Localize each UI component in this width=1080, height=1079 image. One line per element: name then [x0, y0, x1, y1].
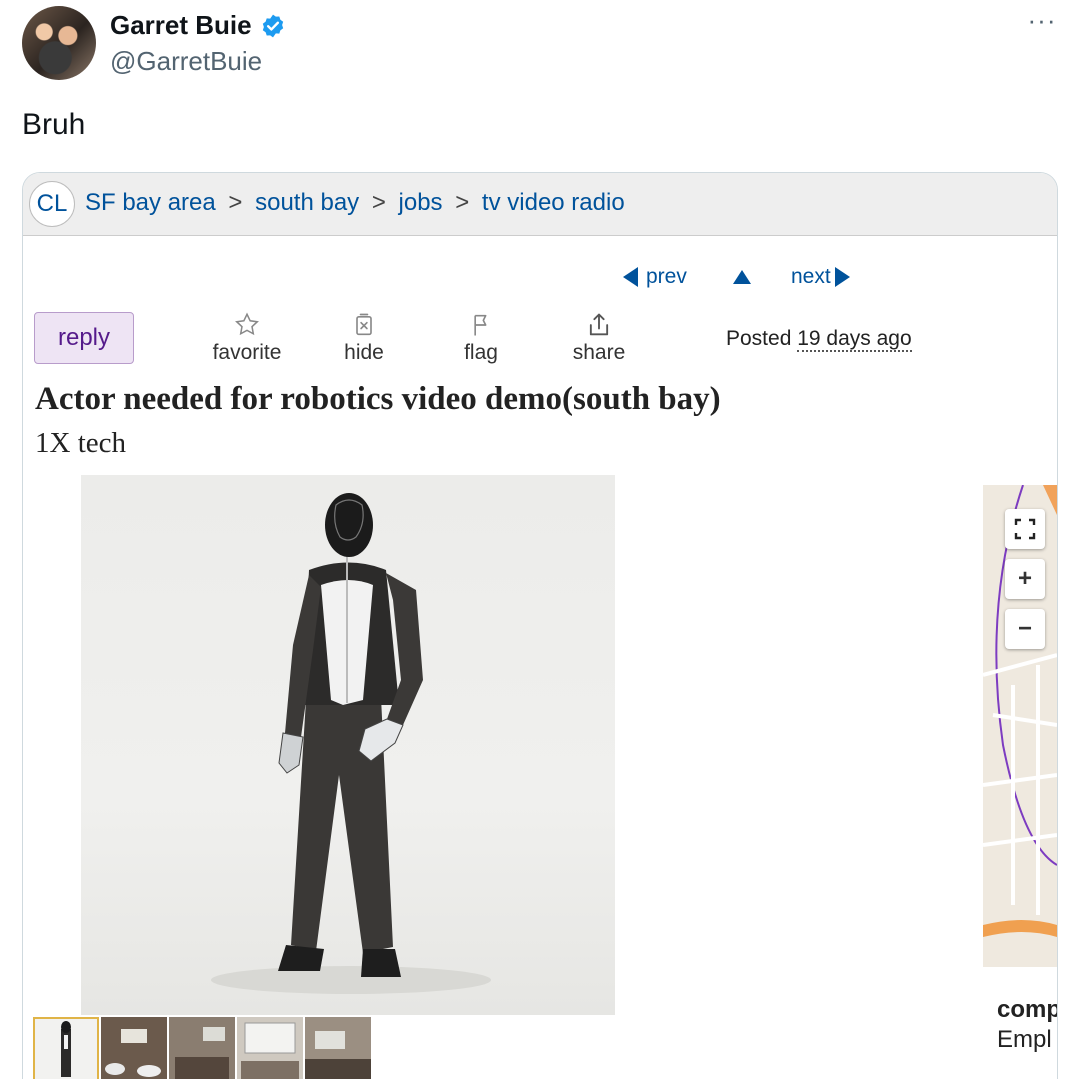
star-icon [235, 312, 259, 336]
thumbnail-1[interactable] [33, 1017, 99, 1079]
share-label: share [572, 341, 626, 364]
thumbnail-2[interactable] [101, 1017, 167, 1079]
thumbnail-strip [33, 1017, 371, 1079]
author-avatar[interactable] [22, 6, 96, 80]
posted-prefix: Posted [726, 327, 792, 350]
zoom-out-button[interactable]: − [1005, 609, 1045, 649]
fullscreen-glyph [1014, 518, 1036, 540]
thumbnail-conference-graphic [101, 1017, 167, 1079]
thumbnail-3[interactable] [169, 1017, 235, 1079]
zoom-in-button[interactable]: + [1005, 559, 1045, 599]
thumbnail-suit-graphic [61, 1021, 71, 1077]
compensation-label: comp [997, 996, 1058, 1023]
tweet-text: Bruh [22, 108, 86, 141]
compensation-section: comp Empl [997, 995, 1058, 1055]
next-link[interactable]: next [791, 265, 850, 289]
map-streets-graphic [983, 485, 1057, 967]
breadcrumb-sf-bay-area[interactable]: SF bay area [85, 189, 216, 216]
main-photo[interactable] [81, 475, 615, 1015]
embedded-image-card[interactable]: CL SF bay area > south bay > jobs > tv v… [22, 172, 1058, 1079]
prev-arrow-icon [623, 267, 638, 288]
posted-ago[interactable]: 19 days ago [797, 327, 912, 352]
breadcrumb-south-bay[interactable]: south bay [255, 189, 359, 216]
up-link[interactable] [733, 265, 751, 289]
tweet-screenshot: Garret Buie @GarretBuie ··· Bruh CL SF b… [0, 0, 1080, 1079]
location-map[interactable]: + − [983, 485, 1057, 967]
humanoid-suit-illustration [211, 493, 491, 994]
fullscreen-icon[interactable] [1005, 509, 1045, 549]
author-handle[interactable]: @GarretBuie [110, 46, 262, 77]
verified-badge-icon [262, 14, 283, 37]
posted-date: Posted 19 days ago [726, 327, 912, 352]
prev-link[interactable]: prev [623, 265, 687, 289]
flag-icon [474, 314, 487, 336]
craigslist-logo[interactable]: CL [29, 181, 75, 227]
flag-label: flag [464, 341, 498, 364]
thumbnail-conference-graphic [305, 1017, 371, 1079]
next-label: next [791, 265, 831, 288]
prev-label: prev [646, 265, 687, 288]
author-name[interactable]: Garret Buie [110, 10, 252, 41]
breadcrumb-tv-video-radio[interactable]: tv video radio [482, 189, 625, 216]
flag-button[interactable]: flag [431, 311, 531, 365]
employment-label: Empl [997, 1026, 1052, 1053]
author-name-row[interactable]: Garret Buie [110, 10, 286, 41]
up-arrow-icon [733, 270, 751, 285]
trash-x-icon [356, 313, 372, 336]
thumbnail-conference-graphic [237, 1017, 303, 1079]
breadcrumb-jobs[interactable]: jobs [399, 189, 443, 216]
breadcrumb-separator: > [371, 189, 386, 216]
hide-label: hide [344, 341, 384, 364]
favorite-label: favorite [212, 341, 282, 364]
thumbnail-4[interactable] [237, 1017, 303, 1079]
thumbnail-5[interactable] [305, 1017, 371, 1079]
breadcrumb: SF bay area > south bay > jobs > tv vide… [85, 189, 625, 217]
favorite-button[interactable]: favorite [197, 311, 297, 365]
breadcrumb-separator: > [228, 189, 243, 216]
breadcrumb-separator: > [455, 189, 470, 216]
thumbnail-conference-graphic [169, 1017, 235, 1079]
reply-button[interactable]: reply [34, 312, 134, 364]
next-arrow-icon [834, 267, 850, 288]
share-icon [589, 313, 609, 336]
hide-button[interactable]: hide [314, 311, 414, 365]
posting-title: Actor needed for robotics video demo(sou… [35, 381, 721, 417]
posting-company: 1X tech [35, 427, 126, 459]
craigslist-header-bar: CL SF bay area > south bay > jobs > tv v… [23, 173, 1057, 236]
more-options-icon[interactable]: ··· [1022, 7, 1062, 38]
share-button[interactable]: share [549, 311, 649, 365]
